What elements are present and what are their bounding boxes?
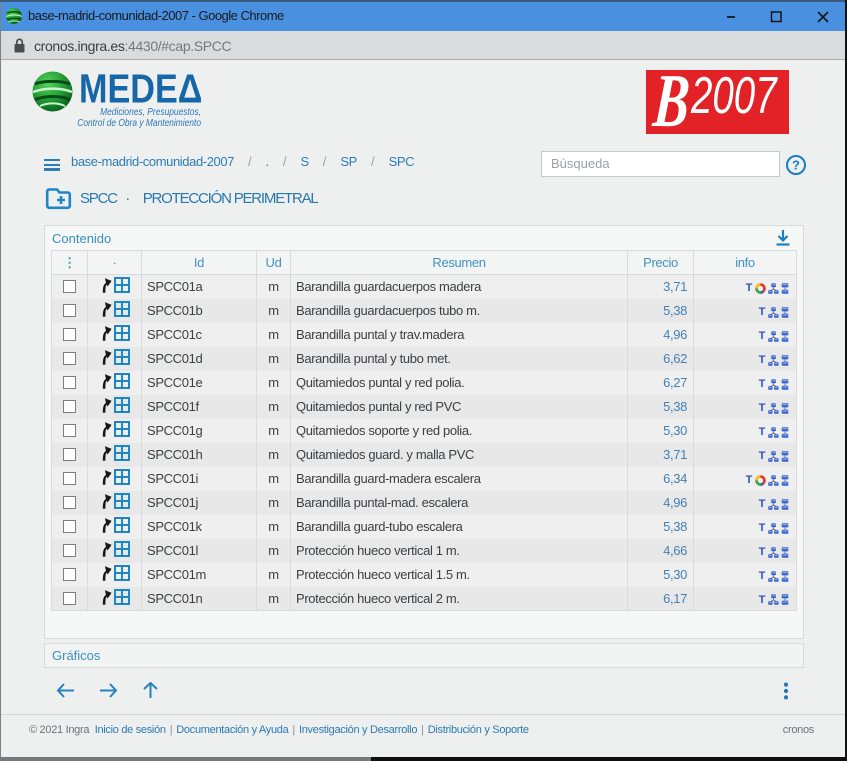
svg-text:?: ?	[792, 158, 800, 173]
